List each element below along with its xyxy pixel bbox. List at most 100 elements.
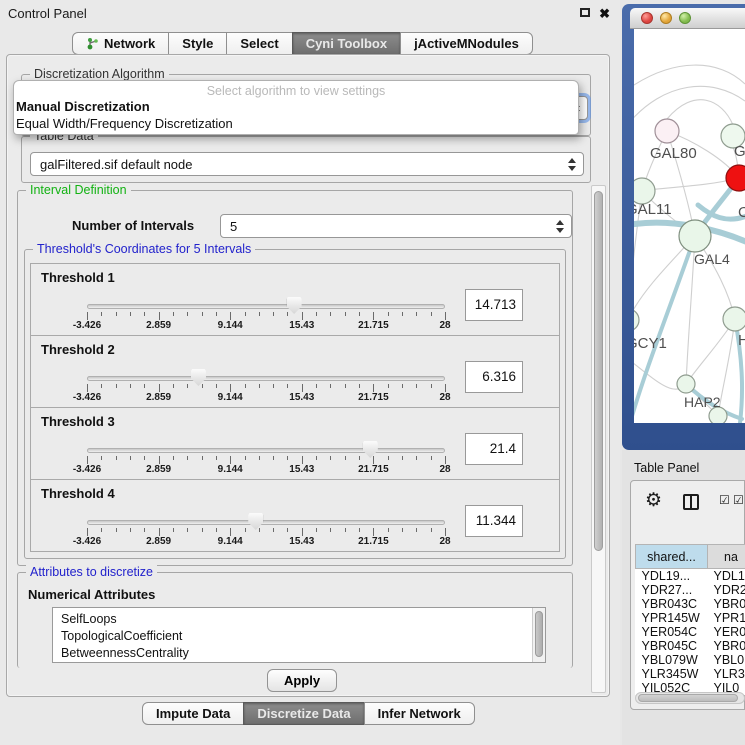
control-panel-titlebar: Control Panel ✖ <box>0 0 620 26</box>
numerical-attributes-list[interactable]: SelfLoopsTopologicalCoefficientBetweenne… <box>52 607 546 663</box>
threshold-value-field[interactable]: 14.713 <box>465 289 523 321</box>
table-scrollbar-thumb[interactable] <box>638 694 738 702</box>
table-cell[interactable]: YBL0 <box>708 653 745 667</box>
cyni-toolbox-pane: Discretization Algorithm Select algorith… <box>6 54 610 697</box>
apply-button[interactable]: Apply <box>267 669 337 692</box>
table-data-combobox[interactable]: galFiltered.sif default node <box>30 152 584 176</box>
threshold-value-field[interactable]: 6.316 <box>465 361 523 393</box>
table-row[interactable]: YLR345WYLR3 <box>636 667 745 681</box>
bottom-tab-bar: Impute Data Discretize Data Infer Networ… <box>142 702 475 725</box>
table-cell[interactable]: YDL1 <box>708 569 745 584</box>
slider-scale-labels: -3.4262.8599.14415.4321.71528 <box>87 464 445 476</box>
node-label-gal11: GAL11 <box>634 201 672 218</box>
table-cell[interactable]: YPR145W <box>636 611 708 625</box>
table-panel-title: Table Panel <box>634 461 699 475</box>
table-cell[interactable]: YBR0 <box>708 639 745 653</box>
tab-jactivemnodules[interactable]: jActiveMNodules <box>400 32 533 55</box>
table-toolbar: ⚙ ☑ ☑ <box>631 491 744 517</box>
node-label-gcy1: GCY1 <box>634 335 667 352</box>
table-cell[interactable]: YPR1 <box>708 611 745 625</box>
tab-network[interactable]: Network <box>72 32 169 55</box>
panel-scrollbar-thumb[interactable] <box>594 191 603 551</box>
number-of-intervals-combobox[interactable]: 5 <box>220 214 572 238</box>
table-cell[interactable]: YBR045C <box>636 639 708 653</box>
gear-icon[interactable]: ⚙ <box>645 489 662 512</box>
tab-label: Cyni Toolbox <box>306 36 387 51</box>
attribute-list-item[interactable]: BetweennessCentrality <box>61 645 545 662</box>
minimize-window-icon[interactable] <box>660 12 672 24</box>
list-scrollbar-thumb[interactable] <box>535 611 543 657</box>
tab-select[interactable]: Select <box>226 32 292 55</box>
checkbox-icon[interactable]: ☑ <box>719 493 730 507</box>
table-cell[interactable]: YBR043C <box>636 597 708 611</box>
threshold-panel-1: Threshold 1-3.4262.8599.14415.4321.71528… <box>30 263 560 336</box>
network-canvas[interactable]: GAL80 GA C GAL11 GAL4 GCY1 H HAP2 <box>634 29 745 423</box>
table-cell[interactable]: YLR3 <box>708 667 745 681</box>
tab-label: Network <box>104 36 155 51</box>
table-row[interactable]: YBL079WYBL0 <box>636 653 745 667</box>
threshold-label: Threshold 4 <box>41 486 115 501</box>
tab-impute-data[interactable]: Impute Data <box>142 702 244 725</box>
algorithm-dropdown-popup: Select algorithm to view settings Manual… <box>13 80 579 135</box>
column-layout-icon[interactable] <box>683 494 699 510</box>
checkbox-icon[interactable]: ☑ <box>733 493 744 507</box>
tab-infer-network[interactable]: Infer Network <box>364 702 475 725</box>
thresholds-container: Threshold 1-3.4262.8599.14415.4321.71528… <box>25 264 560 552</box>
slider-track[interactable] <box>87 304 445 309</box>
column-header-name[interactable]: na <box>708 545 745 569</box>
table-panel: ⚙ ☑ ☑ shared... na YDL19...YDL1YDR27...Y… <box>630 480 745 710</box>
node-attribute-table: shared... na YDL19...YDL1YDR27...YDR2YBR… <box>635 544 745 695</box>
table-cell[interactable]: YER054C <box>636 625 708 639</box>
table-row[interactable]: YBR043CYBR0 <box>636 597 745 611</box>
group-title: Interval Definition <box>26 183 131 197</box>
threshold-value-field[interactable]: 11.344 <box>465 505 523 537</box>
attributes-to-discretize-group: Attributes to discretize Numerical Attri… <box>17 572 573 668</box>
network-view-window: GAL80 GA C GAL11 GAL4 GCY1 H HAP2 <box>622 4 745 450</box>
table-cell[interactable]: YER0 <box>708 625 745 639</box>
tab-cyni-toolbox[interactable]: Cyni Toolbox <box>292 32 401 55</box>
threshold-value-field[interactable]: 21.4 <box>465 433 523 465</box>
table-cell[interactable]: YBL079W <box>636 653 708 667</box>
dropdown-option-manual-discretization[interactable]: Manual Discretization <box>16 99 150 114</box>
table-horizontal-scrollbar[interactable] <box>635 692 745 704</box>
group-title: Threshold's Coordinates for 5 Intervals <box>33 242 255 256</box>
tab-label: Select <box>240 36 278 51</box>
float-window-icon[interactable] <box>580 8 590 17</box>
panel-scrollbar[interactable] <box>591 185 606 693</box>
slider-track[interactable] <box>87 376 445 381</box>
node-label-gal4: GAL4 <box>694 251 730 267</box>
table-row[interactable]: YDR27...YDR2 <box>636 583 745 597</box>
combo-arrows-icon <box>568 158 575 171</box>
close-icon[interactable]: ✖ <box>599 6 610 22</box>
attribute-list-item[interactable]: SelfLoops <box>61 611 545 628</box>
tab-discretize-data[interactable]: Discretize Data <box>243 702 364 725</box>
list-scrollbar[interactable] <box>532 608 545 662</box>
close-window-icon[interactable] <box>641 12 653 24</box>
network-window-titlebar[interactable] <box>630 8 745 29</box>
tab-label: Style <box>182 36 213 51</box>
number-of-intervals-label: Number of Intervals <box>72 218 194 233</box>
network-graph: GAL80 GA C GAL11 GAL4 GCY1 H HAP2 <box>634 29 745 423</box>
table-panel-region: Table Panel ⚙ ☑ ☑ shared... na YDL19...Y… <box>622 450 745 745</box>
thresholds-coordinates-group: Threshold's Coordinates for 5 Intervals … <box>24 249 566 559</box>
slider-track[interactable] <box>87 520 445 525</box>
zoom-window-icon[interactable] <box>679 12 691 24</box>
table-row[interactable]: YDL19...YDL1 <box>636 569 745 584</box>
slider-track[interactable] <box>87 448 445 453</box>
table-row[interactable]: YER054CYER0 <box>636 625 745 639</box>
table-cell[interactable]: YDR27... <box>636 583 708 597</box>
table-cell[interactable]: YDL19... <box>636 569 708 584</box>
table-row[interactable]: YPR145WYPR1 <box>636 611 745 625</box>
table-data-group: Table Data galFiltered.sif default node <box>21 136 591 183</box>
table-cell[interactable]: YLR345W <box>636 667 708 681</box>
table-cell[interactable]: YBR0 <box>708 597 745 611</box>
table-row[interactable]: YBR045CYBR0 <box>636 639 745 653</box>
table-cell[interactable]: YDR2 <box>708 583 745 597</box>
combo-arrows-icon <box>556 220 563 233</box>
slider-scale-labels: -3.4262.8599.14415.4321.71528 <box>87 392 445 404</box>
dropdown-option-equal-width-frequency[interactable]: Equal Width/Frequency Discretization <box>16 116 233 131</box>
threshold-label: Threshold 3 <box>41 414 115 429</box>
tab-style[interactable]: Style <box>168 32 227 55</box>
column-header-shared-name[interactable]: shared... <box>636 545 708 569</box>
attribute-list-item[interactable]: TopologicalCoefficient <box>61 628 545 645</box>
